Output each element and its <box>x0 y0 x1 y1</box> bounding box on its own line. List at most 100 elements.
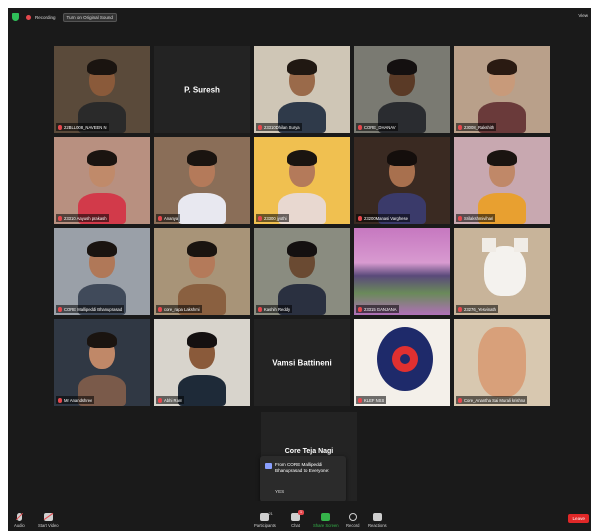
participant-tile[interactable]: 23310 Aayush prakash <box>54 137 150 224</box>
participant-video <box>154 228 250 315</box>
mic-muted-icon <box>258 124 262 130</box>
participant-name-tag: 23276_Yesvinath <box>456 305 498 313</box>
mic-muted-icon <box>358 397 362 403</box>
mic-muted-icon <box>358 215 362 221</box>
share-screen-icon <box>321 513 331 521</box>
participants-button[interactable]: 21 Participants <box>254 511 276 528</box>
participant-tile[interactable]: 23300 jyothi <box>254 137 350 224</box>
participant-name: Kashih Reddy <box>264 306 291 312</box>
participant-name: 23310Dhilan Surya <box>264 124 300 130</box>
participant-name: KLEF NSS <box>364 397 385 403</box>
participant-video <box>354 137 450 224</box>
participant-name: Abhi Ram <box>164 397 183 403</box>
participant-tile[interactable]: CORE Mallipeddi Bhanuprasad <box>54 228 150 315</box>
record-label: Record <box>346 523 360 528</box>
chat-button[interactable]: 1 Chat <box>291 510 304 528</box>
leave-button[interactable]: Leave <box>568 514 589 523</box>
participant-name: 23200Manasi Varghese <box>364 215 408 221</box>
participant-video <box>154 137 250 224</box>
share-screen-button[interactable]: Share Screen <box>313 513 339 528</box>
share-screen-label: Share Screen <box>313 523 339 528</box>
recording-icon <box>26 14 31 20</box>
participant-name: CORE_DHANAV <box>364 124 396 130</box>
participant-tile[interactable]: 23200Manasi Varghese <box>354 137 450 224</box>
chat-icon: 1 <box>291 510 304 521</box>
participant-tile[interactable]: CORE_DHANAV <box>354 46 450 133</box>
participant-name: 23310 Aayush prakash <box>64 215 107 221</box>
participant-name-tag: Abhi Ram <box>156 396 185 404</box>
participant-video <box>454 46 550 133</box>
participant-name-tag: 23008_Rakshith <box>456 123 497 131</box>
participant-tile[interactable]: 23315 GANJANA <box>354 228 450 315</box>
participant-video <box>354 319 450 406</box>
view-button[interactable]: View <box>578 13 588 18</box>
participants-icon: 21 <box>260 511 273 521</box>
participant-video <box>54 228 150 315</box>
participant-tile[interactable]: P. Suresh <box>154 46 250 133</box>
chat-unread-badge: 1 <box>298 510 304 515</box>
participant-tile[interactable]: Ananya <box>154 137 250 224</box>
participant-tile[interactable]: 23310Dhilan Surya <box>254 46 350 133</box>
chat-notification-message: YES <box>275 489 285 494</box>
participant-figure <box>172 228 232 315</box>
participant-name-tag: Core_Anantha Sai Murali krishna <box>456 396 528 404</box>
participant-name: 22BLL008_NAVEEN N <box>64 124 107 130</box>
participant-display-name: P. Suresh <box>184 85 220 94</box>
participant-video <box>454 137 550 224</box>
participant-name: CORE Mallipeddi Bhanuprasad <box>64 306 123 312</box>
participant-tile[interactable]: Vamsi Battineni <box>254 319 350 406</box>
mic-muted-icon <box>58 124 62 130</box>
record-icon <box>348 513 357 521</box>
mic-muted-icon <box>258 215 262 221</box>
mic-muted-icon <box>458 215 462 221</box>
participant-tile[interactable]: core_rapa Lakshmi <box>154 228 250 315</box>
participant-name: core_rapa Lakshmi <box>164 306 200 312</box>
mic-muted-icon <box>158 306 162 312</box>
participant-tile[interactable]: 22BLL008_NAVEEN N <box>54 46 150 133</box>
recording-label: Recording <box>35 14 56 20</box>
participant-tile[interactable]: Kashih Reddy <box>254 228 350 315</box>
participant-video <box>154 319 250 406</box>
record-button[interactable]: Record <box>346 513 360 528</box>
participant-figure <box>272 228 332 315</box>
security-shield-icon[interactable] <box>12 13 19 21</box>
meeting-window: Recording Turn on Original Sound View 22… <box>8 8 591 531</box>
chat-notification[interactable]: From CORE Mallipeddi Bhanuprasad to Ever… <box>260 456 346 502</box>
participant-video: P. Suresh <box>154 46 250 133</box>
participant-figure <box>472 137 532 224</box>
participant-name-tag: core_rapa Lakshmi <box>156 305 202 313</box>
mic-muted-icon <box>358 306 362 312</box>
participant-tile[interactable]: Srilakshmivihari <box>454 137 550 224</box>
participant-name: Ananya <box>164 215 179 221</box>
original-sound-button[interactable]: Turn on Original Sound <box>62 12 117 22</box>
participant-figure <box>172 319 232 406</box>
participant-figure <box>272 137 332 224</box>
participant-name-tag: 23310Dhilan Surya <box>256 123 302 131</box>
participant-name: Core_Anantha Sai Murali krishna <box>464 397 526 403</box>
participant-name-tag: CORE_DHANAV <box>356 123 398 131</box>
participant-video <box>254 228 350 315</box>
participant-name-tag: 23315 GANJANA <box>356 305 399 313</box>
participant-video <box>54 46 150 133</box>
participant-figure <box>72 228 132 315</box>
participant-name-tag: Kashih Reddy <box>256 305 293 313</box>
participant-name: 23300 jyothi <box>264 215 287 221</box>
participant-tile[interactable]: Abhi Ram <box>154 319 250 406</box>
audio-button[interactable]: Audio <box>14 513 25 528</box>
participant-tile[interactable]: 23008_Rakshith <box>454 46 550 133</box>
participants-label: Participants <box>254 523 276 528</box>
participant-tile[interactable]: Core_Anantha Sai Murali krishna <box>454 319 550 406</box>
participant-name-tag: Ananya <box>156 214 181 222</box>
meeting-toolbar: Audio Start Video 21 Participants 1 Chat… <box>8 501 591 531</box>
participant-name-tag: 22BLL008_NAVEEN N <box>56 123 109 131</box>
participant-tile[interactable]: KLEF NSS <box>354 319 450 406</box>
participant-tile[interactable]: Mr Anandshree <box>54 319 150 406</box>
participant-name-tag: Mr Anandshree <box>56 396 95 404</box>
participant-name-tag: CORE Mallipeddi Bhanuprasad <box>56 305 125 313</box>
microphone-muted-icon <box>16 513 22 521</box>
reactions-button[interactable]: Reactions <box>368 513 387 528</box>
participant-tile[interactable]: 23276_Yesvinath <box>454 228 550 315</box>
mic-muted-icon <box>58 397 62 403</box>
start-video-button[interactable]: Start Video <box>38 513 59 528</box>
participant-figure <box>472 46 532 133</box>
